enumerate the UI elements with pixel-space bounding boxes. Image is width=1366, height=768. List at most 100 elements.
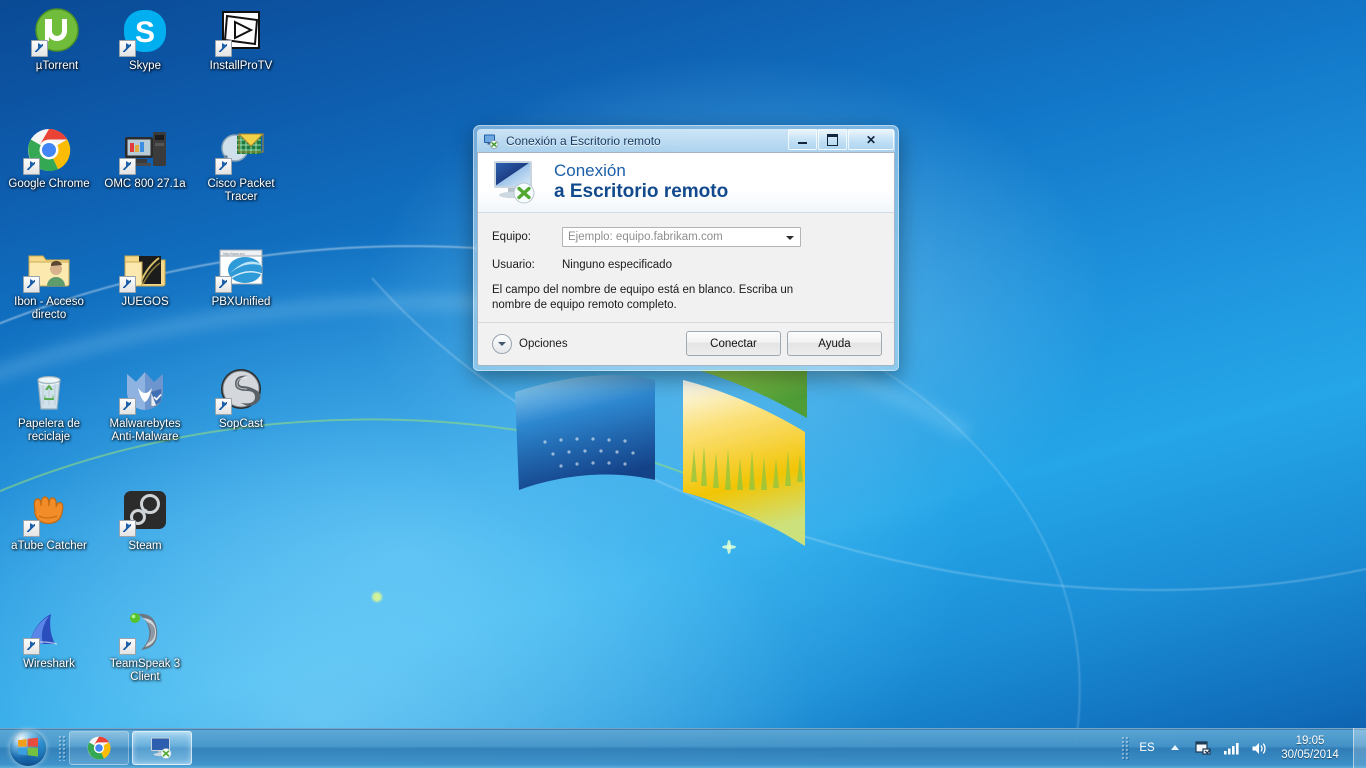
dialog-actions: Conectar Ayuda bbox=[686, 331, 882, 356]
connect-button[interactable]: Conectar bbox=[686, 331, 781, 356]
maximize-button[interactable] bbox=[818, 129, 847, 150]
chevron-down-icon[interactable] bbox=[786, 236, 794, 240]
chevron-down-circle-icon bbox=[492, 333, 512, 354]
desktop-icon-utorrent[interactable]: µTorrent bbox=[10, 8, 104, 73]
window-controls: ✕ bbox=[788, 129, 894, 150]
close-button[interactable]: ✕ bbox=[848, 129, 894, 150]
desktop-icon-omc-800[interactable]: OMC 800 27.1a bbox=[98, 126, 192, 191]
windows-logo-wallpaper bbox=[515, 370, 807, 546]
dialog-form: Equipo: Ejemplo: equipo.fabrikam.com Usu… bbox=[478, 213, 894, 322]
sopcast-icon bbox=[215, 366, 265, 415]
cisco-packet-tracer-icon bbox=[215, 126, 265, 175]
remote-desktop-icon bbox=[484, 134, 499, 149]
desktop-icon-label: Steam bbox=[128, 540, 162, 552]
desktop[interactable]: µTorrent S Skype InstallProTV Google Chr… bbox=[0, 0, 1366, 768]
show-hidden-icons-button[interactable] bbox=[1161, 735, 1189, 761]
desktop-icon-label: Cisco Packet Tracer bbox=[207, 178, 275, 203]
wireshark-icon bbox=[23, 606, 73, 655]
close-icon: ✕ bbox=[865, 132, 877, 147]
desktop-icon-google-chrome[interactable]: Google Chrome bbox=[2, 126, 96, 191]
remote-desktop-icon bbox=[151, 737, 172, 759]
dialog-footer: Opciones Conectar Ayuda bbox=[478, 322, 894, 365]
shortcut-overlay-icon bbox=[215, 276, 232, 293]
desktop-icon-teamspeak[interactable]: TeamSpeak 3 Client bbox=[98, 606, 192, 684]
desktop-icon-skype[interactable]: S Skype bbox=[98, 8, 192, 73]
dialog-titlebar[interactable]: Conexión a Escritorio remoto ✕ bbox=[477, 129, 895, 152]
desktop-icon-label: SopCast bbox=[218, 418, 264, 430]
teamspeak-icon bbox=[119, 606, 169, 655]
google-chrome-icon bbox=[23, 126, 73, 175]
dialog-body: Conexión a Escritorio remoto Equipo: Eje… bbox=[477, 152, 895, 366]
user-value: Ninguno especificado bbox=[562, 259, 672, 271]
desktop-icon-label: Papelera de reciclaje bbox=[17, 418, 81, 443]
shortcut-overlay-icon bbox=[119, 158, 136, 175]
options-toggle[interactable]: Opciones bbox=[492, 333, 568, 354]
chevron-up-icon bbox=[1171, 745, 1179, 750]
computer-label: Equipo: bbox=[492, 231, 532, 243]
desktop-icon-ibon[interactable]: Ibon - Acceso directo bbox=[2, 244, 96, 322]
shortcut-overlay-icon bbox=[215, 398, 232, 415]
desktop-icon-sopcast[interactable]: SopCast bbox=[194, 366, 288, 431]
installprotv-icon bbox=[215, 8, 265, 57]
action-center-button[interactable] bbox=[1189, 735, 1217, 761]
dialog-header-line2: a Escritorio remoto bbox=[554, 180, 729, 202]
desktop-icon-cisco-packet-tracer[interactable]: Cisco Packet Tracer bbox=[194, 126, 288, 204]
help-button[interactable]: Ayuda bbox=[787, 331, 882, 356]
desktop-icon-label: Google Chrome bbox=[8, 178, 90, 190]
dialog-header: Conexión a Escritorio remoto bbox=[478, 153, 894, 213]
clock[interactable]: 19:05 30/05/2014 bbox=[1273, 734, 1347, 762]
desktop-icon-atube-catcher[interactable]: aTube Catcher bbox=[2, 488, 96, 553]
desktop-icon-steam[interactable]: Steam bbox=[98, 488, 192, 553]
shortcut-overlay-icon bbox=[119, 520, 136, 537]
taskbar-button-remote-desktop[interactable] bbox=[132, 731, 192, 765]
desktop-icon-label: Ibon - Acceso directo bbox=[14, 296, 84, 321]
desktop-icon-recycle-bin[interactable]: Papelera de reciclaje bbox=[2, 366, 96, 444]
network-button[interactable] bbox=[1217, 735, 1245, 761]
remote-desktop-dialog[interactable]: Conexión a Escritorio remoto ✕ Conexión … bbox=[473, 125, 899, 371]
desktop-icon-grid: µTorrent S Skype InstallProTV Google Chr… bbox=[0, 0, 300, 720]
desktop-icon-installprotv[interactable]: InstallProTV bbox=[194, 8, 288, 73]
computer-placeholder-text: Ejemplo: equipo.fabrikam.com bbox=[568, 231, 723, 243]
desktop-icon-malwarebytes[interactable]: Malwarebytes Anti-Malware bbox=[98, 366, 192, 444]
shortcut-overlay-icon bbox=[215, 158, 232, 175]
folder-user-icon bbox=[23, 244, 73, 293]
network-icon bbox=[1223, 743, 1239, 755]
clock-date: 30/05/2014 bbox=[1281, 749, 1339, 761]
computer-combobox[interactable]: Ejemplo: equipo.fabrikam.com bbox=[562, 227, 801, 247]
minimize-button[interactable] bbox=[788, 129, 817, 150]
atube-catcher-icon bbox=[23, 488, 73, 537]
desktop-icon-label: aTube Catcher bbox=[11, 540, 87, 552]
desktop-icon-label: µTorrent bbox=[35, 60, 79, 72]
desktop-icon-label: JUEGOS bbox=[121, 296, 169, 308]
wallpaper-sparkle bbox=[722, 545, 736, 549]
utorrent-icon bbox=[31, 8, 81, 57]
shortcut-overlay-icon bbox=[23, 158, 40, 175]
maximize-icon bbox=[827, 133, 838, 146]
desktop-icon-label: InstallProTV bbox=[209, 60, 273, 72]
computer-row: Equipo: Ejemplo: equipo.fabrikam.com bbox=[492, 227, 882, 247]
tray-separator bbox=[1121, 736, 1129, 760]
clock-time: 19:05 bbox=[1295, 735, 1325, 747]
desktop-icon-juegos[interactable]: JUEGOS bbox=[98, 244, 192, 309]
start-button[interactable] bbox=[1, 729, 55, 767]
user-row: Usuario: Ninguno especificado bbox=[492, 259, 882, 271]
taskbar-button-chrome[interactable] bbox=[69, 731, 129, 765]
desktop-icon-wireshark[interactable]: Wireshark bbox=[2, 606, 96, 671]
dialog-title: Conexión a Escritorio remoto bbox=[506, 133, 661, 148]
minimize-icon bbox=[798, 141, 807, 144]
volume-button[interactable] bbox=[1245, 735, 1273, 761]
desktop-icon-pbxunified[interactable]: http://www.xxx PBXUnified bbox=[194, 244, 288, 309]
desktop-icon-label: Skype bbox=[129, 60, 161, 72]
language-indicator[interactable]: ES bbox=[1133, 735, 1161, 761]
svg-text:http://www.xxx: http://www.xxx bbox=[223, 252, 245, 256]
svg-text:S: S bbox=[135, 16, 155, 49]
desktop-icon-label: Malwarebytes Anti-Malware bbox=[109, 418, 181, 443]
user-label: Usuario: bbox=[492, 259, 535, 271]
show-desktop-button[interactable] bbox=[1353, 728, 1366, 768]
taskbar[interactable]: ES 19:05 30/05/2014 bbox=[0, 728, 1366, 768]
shortcut-overlay-icon bbox=[215, 40, 232, 57]
system-tray: ES 19:05 30/05/2014 bbox=[1119, 728, 1366, 768]
windows-start-icon bbox=[10, 730, 46, 766]
skype-icon: S bbox=[119, 8, 169, 57]
shortcut-overlay-icon bbox=[23, 638, 40, 655]
